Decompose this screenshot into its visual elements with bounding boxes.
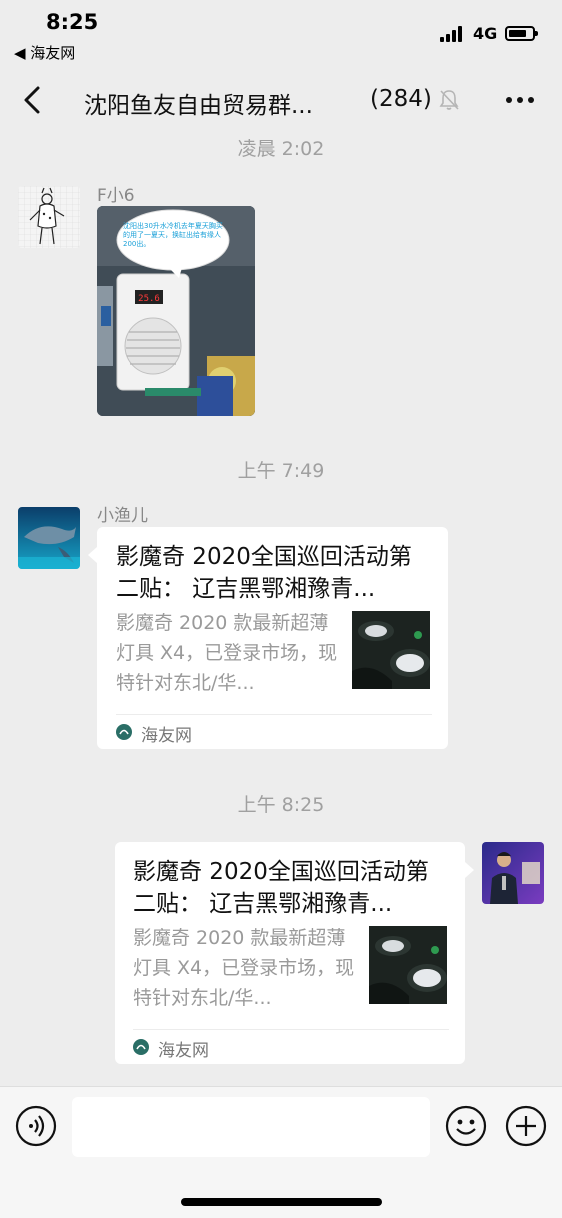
voice-icon[interactable]	[15, 1105, 57, 1147]
link-card-thumbnail	[369, 926, 447, 1004]
person-avatar-icon	[482, 842, 544, 904]
message-input[interactable]	[72, 1097, 430, 1157]
timestamp: 凌晨 2:02	[237, 138, 325, 160]
image-bubble-text: 沈阳出30升水冷机去年夏天胸买的用了一夏天，换缸出给有缘人 200出。	[123, 222, 223, 248]
signal-icon	[440, 26, 466, 42]
source-logo-icon	[133, 1039, 149, 1055]
cartoon-avatar-icon	[18, 186, 80, 248]
sender-name: F小6	[97, 186, 135, 206]
link-card-source: 海友网	[141, 726, 192, 746]
emoji-icon[interactable]	[445, 1105, 487, 1147]
timestamp: 上午 8:25	[237, 794, 325, 816]
home-indicator	[181, 1198, 382, 1206]
member-count: (284)	[370, 86, 432, 112]
chat-header: 沈阳鱼友自由贸易群... (284)	[0, 68, 562, 132]
chat-image[interactable]: 25.6 沈阳出30升水冷机去年夏天胸买的用了一夏天，换缸出给有缘人 200出。	[97, 206, 255, 416]
link-card-divider	[133, 1029, 449, 1030]
dolphin-avatar-icon	[18, 507, 80, 569]
link-card[interactable]: 影魔奇 2020全国巡回活动第二贴： 辽吉黑鄂湘豫青... 影魔奇 2020 款…	[88, 527, 448, 749]
back-to-app-link[interactable]: ◀ 海友网	[14, 42, 75, 63]
network-label: 4G	[473, 24, 498, 43]
more-icon[interactable]	[504, 86, 536, 114]
source-logo-icon	[116, 724, 132, 740]
mute-bell-icon	[439, 90, 459, 110]
my-avatar[interactable]	[482, 842, 544, 904]
link-card[interactable]: 影魔奇 2020全国巡回活动第二贴： 辽吉黑鄂湘豫青... 影魔奇 2020 款…	[115, 842, 474, 1064]
link-card-description: 影魔奇 2020 款最新超薄灯具 X4，已登录市场，现特针对东北/华...	[116, 612, 338, 694]
display-reading: 25.6	[138, 294, 160, 304]
avatar[interactable]	[18, 507, 80, 569]
timestamp: 上午 7:49	[237, 460, 325, 482]
avatar[interactable]	[18, 186, 80, 248]
back-arrow-icon[interactable]	[20, 84, 48, 116]
battery-icon	[505, 26, 538, 41]
photo-content: 25.6 沈阳出30升水冷机去年夏天胸买的用了一夏天，换缸出给有缘人 200出。	[97, 206, 255, 416]
link-card-title: 影魔奇 2020全国巡回活动第二贴： 辽吉黑鄂湘豫青...	[133, 859, 429, 917]
plus-icon[interactable]	[505, 1105, 547, 1147]
status-time: 8:25	[46, 10, 99, 34]
status-bar: 8:25 ◀ 海友网 4G	[0, 0, 562, 68]
link-card-source: 海友网	[158, 1041, 209, 1061]
link-card-description: 影魔奇 2020 款最新超薄灯具 X4，已登录市场，现特针对东北/华...	[133, 927, 355, 1009]
chat-title: 沈阳鱼友自由贸易群...	[84, 93, 313, 119]
sender-name: 小渔儿	[97, 506, 148, 526]
link-card-thumbnail	[352, 611, 430, 689]
link-card-title: 影魔奇 2020全国巡回活动第二贴： 辽吉黑鄂湘豫青...	[116, 544, 412, 602]
link-card-divider	[116, 714, 432, 715]
